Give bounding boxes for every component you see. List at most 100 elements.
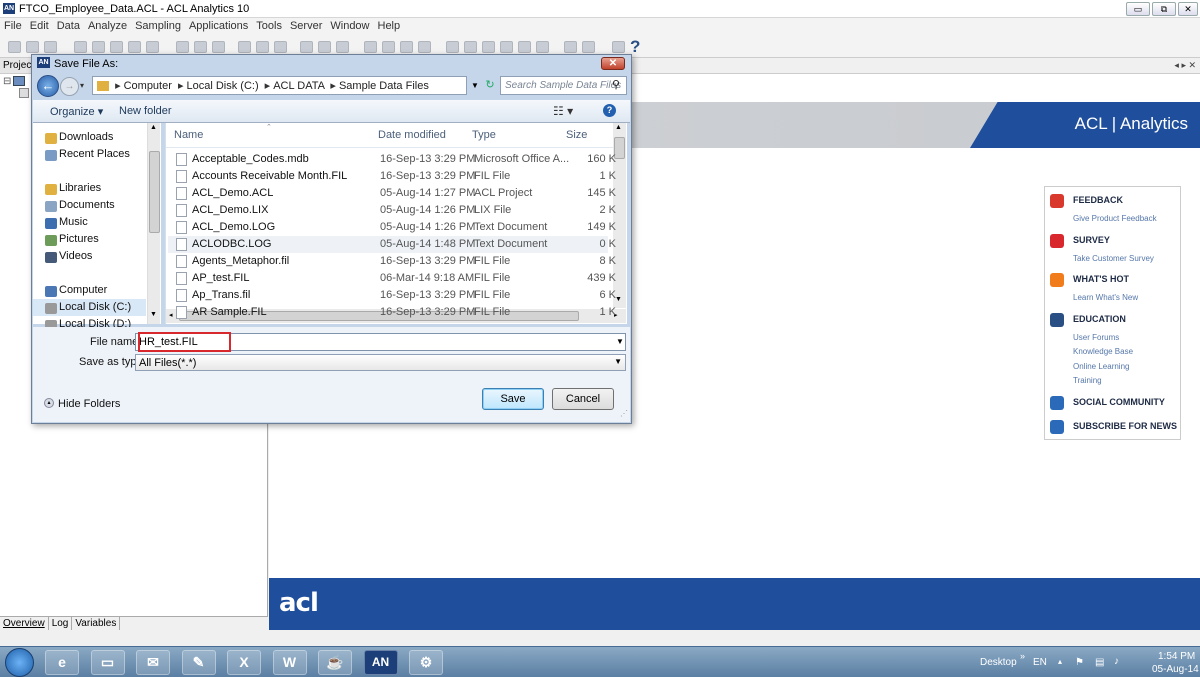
cut-icon[interactable] (74, 41, 87, 53)
table-node-icon[interactable] (19, 88, 29, 98)
new-project-icon[interactable] (8, 41, 21, 53)
menu-tools[interactable]: Tools (252, 18, 286, 34)
restore-button[interactable]: ⧉ (1152, 2, 1176, 16)
file-row[interactable]: ACL_Demo.ACL 05-Aug-14 1:27 PM ACL Project… (168, 185, 616, 202)
news-link[interactable]: Take Customer Survey (1073, 254, 1154, 263)
menu-applications[interactable]: Applications (185, 18, 252, 34)
news-link[interactable]: Give Product Feedback (1073, 214, 1157, 223)
dialog-help-icon[interactable]: ? (603, 104, 616, 117)
scroll-up-icon[interactable]: ▲ (615, 124, 622, 131)
profile-icon[interactable] (382, 41, 395, 53)
search-icon[interactable]: ⚲ (612, 78, 620, 91)
menu-analyze[interactable]: Analyze (84, 18, 131, 34)
preview-icon[interactable] (582, 41, 595, 53)
column-type[interactable]: Type (472, 129, 496, 141)
scroll-up-icon[interactable]: ▲ (150, 124, 157, 131)
tab-navigation-controls[interactable]: ◂ ▸ ✕ (1174, 60, 1196, 71)
redo-icon[interactable] (146, 41, 159, 53)
new-folder-button[interactable]: New folder (119, 105, 172, 117)
cancel-button[interactable]: Cancel (552, 388, 614, 410)
nav-item-local-disk-c[interactable]: Local Disk (C:) (59, 301, 131, 313)
java-icon[interactable]: ☕ (318, 650, 352, 675)
join-icon[interactable] (300, 41, 313, 53)
open-project-icon[interactable] (26, 41, 39, 53)
address-dropdown-icon[interactable]: ▼ (468, 76, 482, 95)
file-row[interactable]: ACLODBC.LOG 05-Aug-14 1:48 PM Text Documen… (168, 236, 616, 253)
file-row[interactable]: ACL_Demo.LIX 05-Aug-14 1:26 PM LIX File 2 K (168, 202, 616, 219)
explorer-icon[interactable]: ▭ (90, 650, 125, 675)
news-heading[interactable]: WHAT'S HOT (1073, 274, 1129, 284)
merge-icon[interactable] (318, 41, 331, 53)
desktop-toolbar[interactable]: Desktop (980, 657, 1017, 668)
scroll-down-icon[interactable]: ▼ (150, 311, 157, 318)
graph-icon[interactable] (518, 41, 531, 53)
file-row[interactable]: Agents_Metaphor.fil 16-Sep-13 3:29 PM FIL … (168, 253, 616, 270)
change-view-button[interactable]: ☷ ▾ (553, 104, 573, 118)
news-link[interactable]: Training (1073, 376, 1102, 385)
menu-server[interactable]: Server (286, 18, 326, 34)
print-icon[interactable] (564, 41, 577, 53)
refresh-icon[interactable]: ↻ (481, 76, 499, 95)
menu-sampling[interactable]: Sampling (131, 18, 185, 34)
close-window-button[interactable]: ✕ (1178, 2, 1198, 16)
breadcrumb-local-disk[interactable]: Local Disk (C:) (186, 80, 258, 92)
verify-icon[interactable] (400, 41, 413, 53)
tray-expand-icon[interactable]: ▴ (1058, 657, 1062, 666)
nav-scroll-thumb[interactable] (149, 151, 160, 233)
clock-time[interactable]: 1:54 PM (1158, 651, 1195, 662)
tab-variables[interactable]: Variables (72, 617, 121, 630)
back-button[interactable]: ← (37, 75, 59, 97)
hide-folders-button[interactable]: Hide Folders (58, 398, 120, 410)
tree-expand-icon[interactable]: ⊟ (3, 76, 11, 87)
window-icon[interactable] (612, 41, 625, 53)
breadcrumb-sample-data-files[interactable]: Sample Data Files (339, 80, 429, 92)
undo-icon[interactable] (128, 41, 141, 53)
nav-item-videos[interactable]: Videos (59, 250, 92, 262)
acl-app-icon[interactable]: AN (363, 650, 398, 675)
nav-item-libraries[interactable]: Libraries (59, 182, 101, 194)
stratify-icon[interactable] (274, 41, 287, 53)
column-date-modified[interactable]: Date modified (378, 129, 446, 141)
menu-help[interactable]: Help (374, 18, 405, 34)
start-button[interactable] (5, 648, 34, 677)
save-button[interactable]: Save (482, 388, 544, 410)
file-row[interactable]: Acceptable_Codes.mdb 16-Sep-13 3:29 PM Mic… (168, 151, 616, 168)
language-indicator[interactable]: EN (1033, 657, 1047, 668)
notepad-icon[interactable]: ✎ (181, 650, 216, 675)
forward-button[interactable]: → (60, 77, 79, 96)
table-icon[interactable] (212, 41, 225, 53)
filter-icon[interactable] (176, 41, 189, 53)
news-link[interactable]: User Forums (1073, 333, 1119, 342)
statistics-icon[interactable] (364, 41, 377, 53)
address-bar[interactable]: ▸ Computer ▸ Local Disk (C:) ▸ ACL DATA ▸ Sa… (92, 76, 467, 95)
save-type-select[interactable]: All Files(*.*) ▼ (135, 354, 626, 371)
nav-item-computer[interactable]: Computer (59, 284, 107, 296)
column-size[interactable]: Size (566, 129, 587, 141)
clock-date[interactable]: 05-Aug-14 (1152, 664, 1199, 675)
script-icon[interactable] (536, 41, 549, 53)
menu-edit[interactable]: Edit (26, 18, 53, 34)
news-link[interactable]: Learn What's New (1073, 293, 1138, 302)
tab-overview[interactable]: Overview (0, 617, 49, 630)
file-name-dropdown-icon[interactable]: ▼ (616, 337, 624, 346)
ie-icon[interactable]: e (45, 650, 79, 675)
menu-file[interactable]: File (0, 18, 26, 34)
save-project-icon[interactable] (44, 41, 57, 53)
recent-locations-dropdown[interactable]: ▾ (80, 81, 84, 90)
settings-app-icon[interactable]: ⚙ (409, 650, 443, 675)
news-heading[interactable]: SUBSCRIBE FOR NEWS (1073, 421, 1177, 431)
sort-icon[interactable] (194, 41, 207, 53)
news-heading[interactable]: SURVEY (1073, 235, 1110, 245)
volume-icon[interactable]: ♪ (1114, 656, 1119, 667)
tab-log[interactable]: Log (49, 617, 73, 630)
file-row[interactable]: Accounts Receivable Month.FIL 16-Sep-13 3… (168, 168, 616, 185)
hide-folders-icon[interactable]: ▴ (44, 398, 54, 408)
news-heading[interactable]: FEEDBACK (1073, 195, 1123, 205)
breadcrumb-acl-data[interactable]: ACL DATA (273, 80, 324, 92)
total-icon[interactable] (446, 41, 459, 53)
gaps-icon[interactable] (500, 41, 513, 53)
paste-icon[interactable] (110, 41, 123, 53)
column-name[interactable]: Name (174, 129, 203, 141)
count-icon[interactable] (418, 41, 431, 53)
classify-icon[interactable] (256, 41, 269, 53)
